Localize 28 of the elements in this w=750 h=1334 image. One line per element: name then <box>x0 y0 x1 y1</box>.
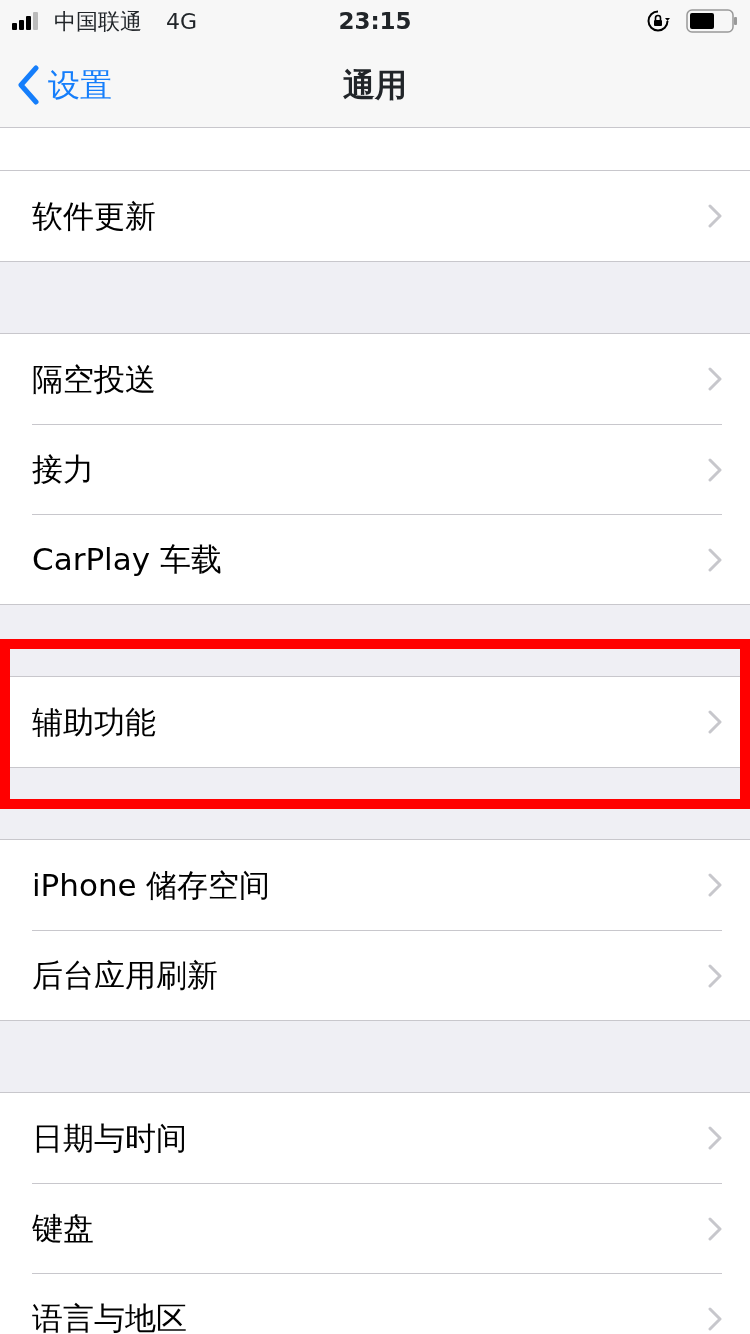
network-type: 4G <box>166 7 198 36</box>
chevron-icon <box>708 873 722 897</box>
carrier-name: 中国联通 <box>54 7 142 36</box>
row-label: 键盘 <box>32 1209 94 1249</box>
row-label: 隔空投送 <box>32 359 156 399</box>
row-label: iPhone 储存空间 <box>32 865 271 905</box>
screen-title: 通用 <box>343 65 407 106</box>
chevron-icon <box>708 1306 722 1331</box>
chevron-icon <box>708 457 722 482</box>
row-label: 日期与时间 <box>32 1118 187 1158</box>
back-button[interactable]: 设置 <box>0 61 200 109</box>
chevron-icon <box>708 710 722 734</box>
status-time: 23:15 <box>338 6 412 36</box>
row-label: CarPlay 车载 <box>32 540 222 580</box>
chevron-icon <box>708 204 722 228</box>
row-label: 后台应用刷新 <box>32 956 218 996</box>
row-label: 辅助功能 <box>32 702 156 742</box>
chevron-icon <box>708 367 722 391</box>
chevron-icon <box>708 1216 722 1241</box>
chevron-icon <box>708 547 722 572</box>
row-label: 语言与地区 <box>32 1299 187 1334</box>
rotation-lock-icon <box>646 9 670 33</box>
chevron-icon <box>708 963 722 988</box>
battery-icon <box>686 9 738 33</box>
row-label: 软件更新 <box>32 196 156 236</box>
row-label: 接力 <box>32 450 94 490</box>
back-chevron-icon <box>16 65 40 105</box>
chevron-icon <box>708 1126 722 1150</box>
